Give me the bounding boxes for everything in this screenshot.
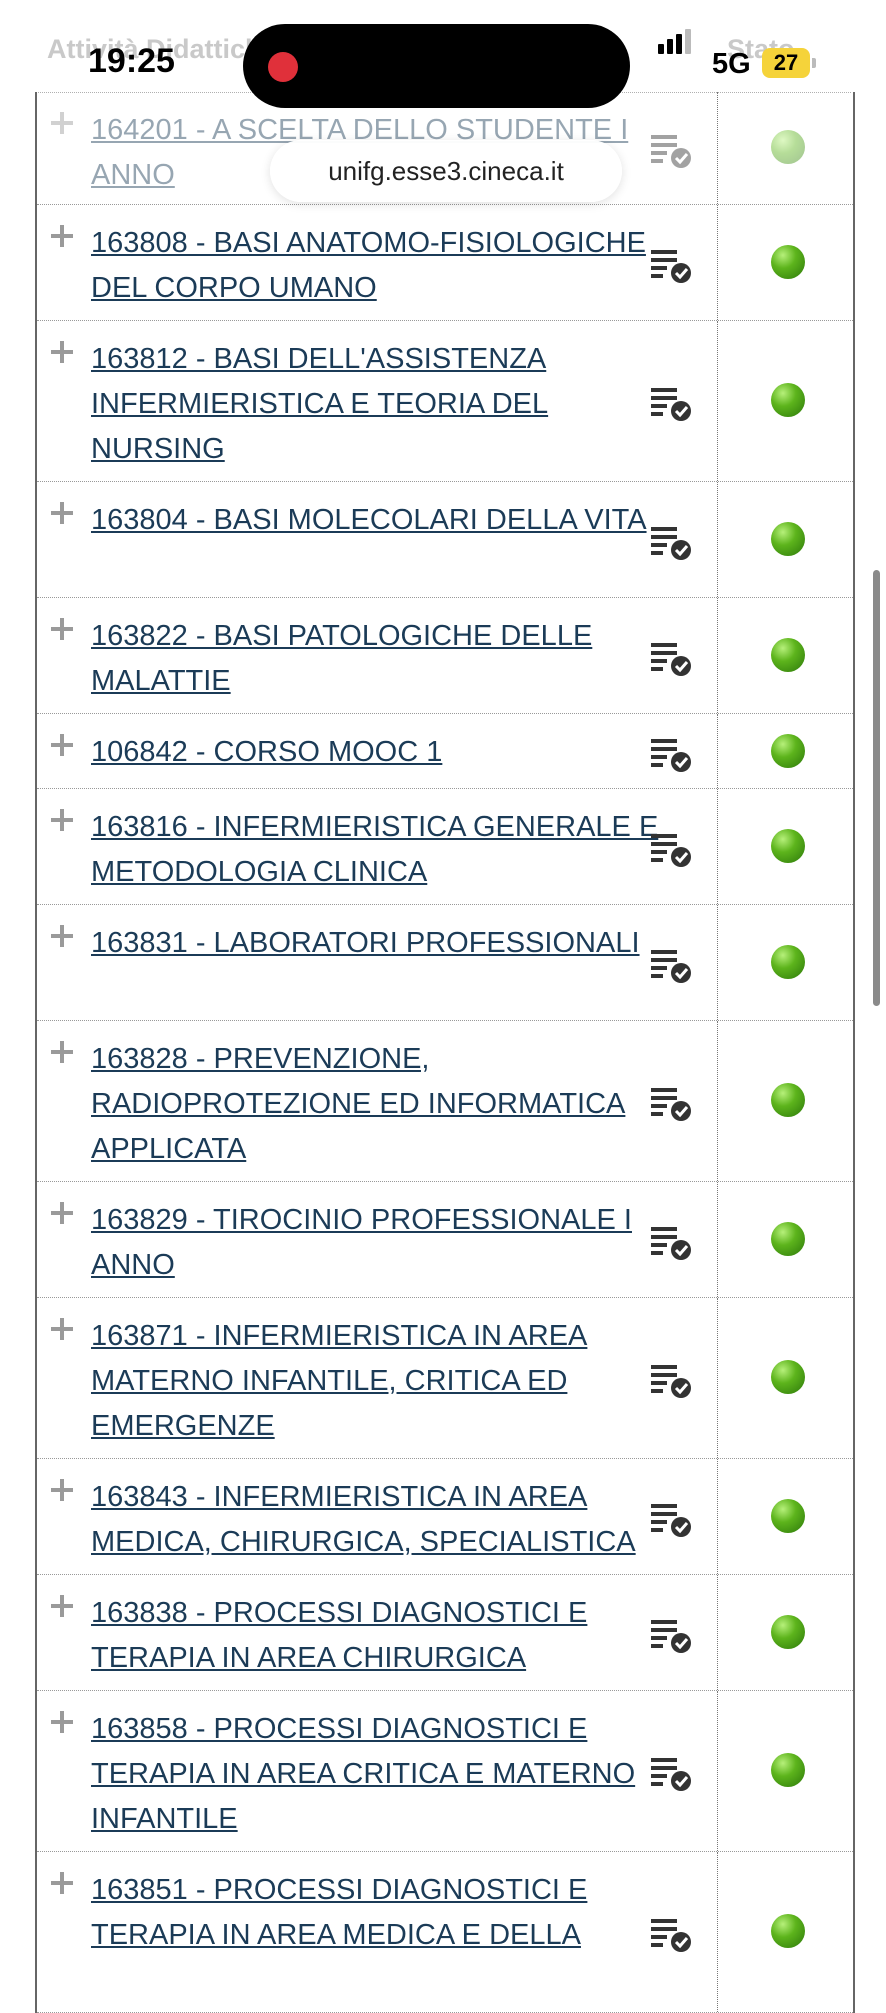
recording-indicator-icon (268, 52, 298, 82)
checklist-icon[interactable] (647, 1615, 695, 1655)
status-green-dot (771, 945, 805, 979)
expand-plus-icon[interactable] (51, 1041, 73, 1063)
status-green-dot (771, 1360, 805, 1394)
status-green-dot (771, 1083, 805, 1117)
status-green-dot (771, 245, 805, 279)
activity-link[interactable]: 163838 - PROCESSI DIAGNOSTICI E TERAPIA … (91, 1591, 681, 1681)
expand-plus-icon[interactable] (51, 112, 73, 134)
expand-plus-icon[interactable] (51, 925, 73, 947)
table-row: 163843 - INFERMIERISTICA IN AREA MEDICA,… (37, 1459, 853, 1575)
status-green-dot (771, 829, 805, 863)
checklist-icon[interactable] (647, 1360, 695, 1400)
checklist-icon[interactable] (647, 1499, 695, 1539)
status-green-dot (771, 1499, 805, 1533)
status-green-dot (771, 522, 805, 556)
battery-icon: 27 (762, 48, 816, 78)
activity-link[interactable]: 163816 - INFERMIERISTICA GENERALE E METO… (91, 805, 681, 895)
scrollbar[interactable] (873, 570, 880, 1006)
network-type: 5G (712, 48, 751, 80)
activity-link[interactable]: 163804 - BASI MOLECOLARI DELLA VITA (91, 498, 681, 543)
expand-plus-icon[interactable] (51, 809, 73, 831)
table-row: 163822 - BASI PATOLOGICHE DELLE MALATTIE (37, 598, 853, 714)
checklist-icon[interactable] (647, 383, 695, 423)
activity-link[interactable]: 163858 - PROCESSI DIAGNOSTICI E TERAPIA … (91, 1707, 681, 1842)
checklist-icon[interactable] (647, 1914, 695, 1954)
activity-link[interactable]: 163851 - PROCESSI DIAGNOSTICI E TERAPIA … (91, 1868, 681, 1958)
checklist-icon[interactable] (647, 522, 695, 562)
expand-plus-icon[interactable] (51, 1595, 73, 1617)
table-row: 163804 - BASI MOLECOLARI DELLA VITA (37, 482, 853, 598)
checklist-icon[interactable] (647, 829, 695, 869)
activity-link[interactable]: 163822 - BASI PATOLOGICHE DELLE MALATTIE (91, 614, 681, 704)
expand-plus-icon[interactable] (51, 225, 73, 247)
activity-link[interactable]: 163831 - LABORATORI PROFESSIONALI (91, 921, 681, 966)
expand-plus-icon[interactable] (51, 618, 73, 640)
table-row: 163816 - INFERMIERISTICA GENERALE E METO… (37, 789, 853, 905)
table-row: 163871 - INFERMIERISTICA IN AREA MATERNO… (37, 1298, 853, 1459)
table-row: 106842 - CORSO MOOC 1 (37, 714, 853, 789)
activity-link[interactable]: 163871 - INFERMIERISTICA IN AREA MATERNO… (91, 1314, 681, 1449)
status-green-dot (771, 1753, 805, 1787)
table-row: 163851 - PROCESSI DIAGNOSTICI E TERAPIA … (37, 1852, 853, 2013)
checklist-icon[interactable] (647, 1222, 695, 1262)
checklist-icon[interactable] (647, 638, 695, 678)
checklist-icon[interactable] (647, 945, 695, 985)
checklist-icon[interactable] (647, 1083, 695, 1123)
table-row: 163858 - PROCESSI DIAGNOSTICI E TERAPIA … (37, 1691, 853, 1852)
activity-link[interactable]: 163843 - INFERMIERISTICA IN AREA MEDICA,… (91, 1475, 681, 1565)
status-green-dot (771, 1222, 805, 1256)
table-row: 163812 - BASI DELL'ASSISTENZA INFERMIERI… (37, 321, 853, 482)
table-row: 163829 - TIROCINIO PROFESSIONALE I ANNO (37, 1182, 853, 1298)
checklist-icon[interactable] (647, 245, 695, 285)
checklist-icon[interactable] (647, 1753, 695, 1793)
table-row: 163828 - PREVENZIONE, RADIOPROTEZIONE ED… (37, 1021, 853, 1182)
activity-link[interactable]: 163828 - PREVENZIONE, RADIOPROTEZIONE ED… (91, 1037, 681, 1172)
status-green-dot (771, 1914, 805, 1948)
activity-link[interactable]: 106842 - CORSO MOOC 1 (91, 730, 681, 775)
expand-plus-icon[interactable] (51, 1479, 73, 1501)
status-green-dot (771, 383, 805, 417)
table-row: 163831 - LABORATORI PROFESSIONALI (37, 905, 853, 1021)
expand-plus-icon[interactable] (51, 1202, 73, 1224)
activities-table: 164201 - A SCELTA DELLO STUDENTE I ANNO … (35, 92, 855, 2013)
expand-plus-icon[interactable] (51, 341, 73, 363)
url-bar[interactable]: unifg.esse3.cineca.it (270, 140, 622, 202)
expand-plus-icon[interactable] (51, 1711, 73, 1733)
table-row: 163808 - BASI ANATOMO-FISIOLOGICHE DEL C… (37, 205, 853, 321)
activity-link[interactable]: 163829 - TIROCINIO PROFESSIONALE I ANNO (91, 1198, 681, 1288)
expand-plus-icon[interactable] (51, 1318, 73, 1340)
status-green-dot (771, 1615, 805, 1649)
status-time: 19:25 (88, 42, 175, 80)
expand-plus-icon[interactable] (51, 734, 73, 756)
checklist-icon[interactable] (647, 734, 695, 774)
table-row: 163838 - PROCESSI DIAGNOSTICI E TERAPIA … (37, 1575, 853, 1691)
dynamic-island (243, 24, 630, 108)
activity-link[interactable]: 163808 - BASI ANATOMO-FISIOLOGICHE DEL C… (91, 221, 681, 311)
status-green-dot (771, 734, 805, 768)
status-green-dot (771, 130, 805, 164)
expand-plus-icon[interactable] (51, 502, 73, 524)
activity-link[interactable]: 163812 - BASI DELL'ASSISTENZA INFERMIERI… (91, 337, 681, 472)
checklist-icon[interactable] (647, 130, 695, 170)
expand-plus-icon[interactable] (51, 1872, 73, 1894)
status-green-dot (771, 638, 805, 672)
